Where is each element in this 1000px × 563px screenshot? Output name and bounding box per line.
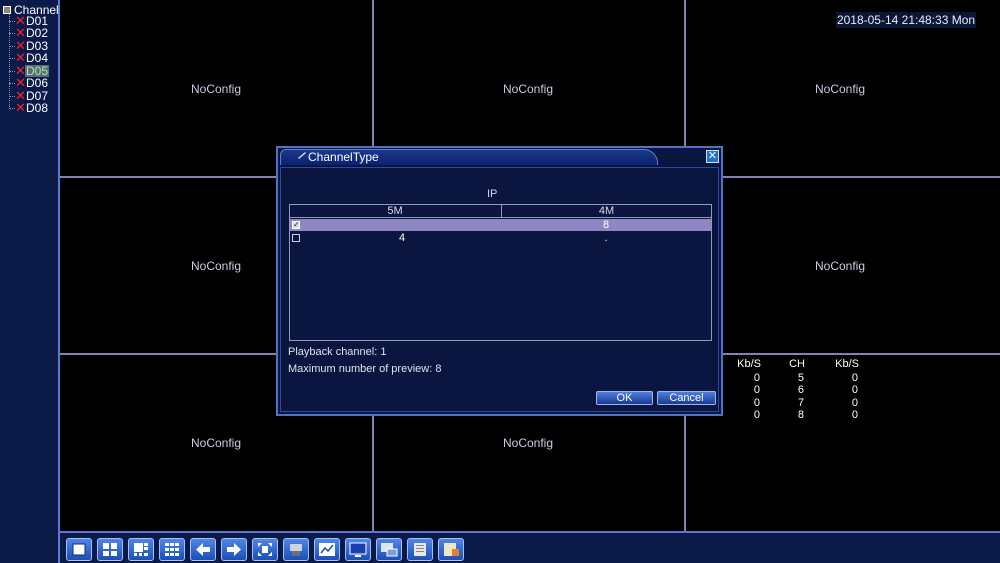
- column-header-5m: 5M: [387, 205, 403, 217]
- cell-4m: .: [604, 232, 608, 244]
- single-view-icon[interactable]: [66, 538, 92, 561]
- stats-value: 0: [851, 372, 858, 384]
- channel-type-table: 5M 4M ✓ 8 4 .: [289, 204, 712, 341]
- stats-value: 8: [797, 409, 804, 421]
- stats-value: 0: [753, 409, 760, 421]
- stats-value: 0: [753, 397, 760, 409]
- datetime-display: 2018-05-14 21:48:33 Mon: [836, 12, 976, 28]
- channel-item-d08[interactable]: ✕ D08: [9, 100, 49, 115]
- row-checkbox[interactable]: ✓: [292, 220, 300, 229]
- channel-type-dialog: ChannelType ✕ IP 5M 4M ✓ 8 4 . Playback …: [276, 146, 723, 416]
- channel-item-label: D02: [26, 26, 49, 40]
- disconnected-icon: ✕: [15, 100, 26, 115]
- eight-view-icon[interactable]: [128, 538, 154, 561]
- quad-view-icon[interactable]: [97, 538, 123, 561]
- bottom-toolbar: [60, 531, 1000, 563]
- pen-icon: [298, 152, 306, 159]
- nine-view-icon[interactable]: [159, 538, 185, 561]
- table-row[interactable]: ✓ 8: [290, 219, 711, 231]
- max-preview-text: Maximum number of preview: 8: [288, 363, 442, 375]
- cell-status-label: NoConfig: [190, 436, 242, 450]
- stats-value: 0: [753, 384, 760, 396]
- channel-item-label: D08: [26, 101, 49, 115]
- close-icon[interactable]: ✕: [706, 150, 719, 163]
- monitor-icon[interactable]: [345, 538, 371, 561]
- cell-status-label: NoConfig: [190, 82, 242, 96]
- tree-expand-icon[interactable]: [3, 6, 11, 14]
- column-header-4m: 4M: [501, 205, 711, 218]
- stats-header-kbs: Kb/S: [737, 358, 761, 370]
- fullscreen-icon[interactable]: [252, 538, 278, 561]
- chart-icon[interactable]: [314, 538, 340, 561]
- channel-tree-panel: Channel ✕ D01 ✕ D02 ✕ D03 ✕ D04 ✕ D05 ✕ …: [0, 0, 60, 563]
- stats-header-kbs-2: Kb/S: [835, 358, 859, 370]
- stats-value: 7: [797, 397, 804, 409]
- dialog-title: ChannelType: [308, 150, 379, 164]
- stats-value: 0: [851, 409, 858, 421]
- stats-header-ch: CH: [789, 358, 805, 370]
- stats-value: 0: [851, 384, 858, 396]
- table-row[interactable]: 4 .: [290, 232, 711, 244]
- stats-value: 5: [797, 372, 804, 384]
- cell-status-label: NoConfig: [814, 259, 866, 273]
- stats-value: 0: [851, 397, 858, 409]
- network-icon[interactable]: [376, 538, 402, 561]
- ip-group-header: IP: [487, 188, 498, 200]
- cell-status-label: NoConfig: [502, 436, 554, 450]
- logout-icon[interactable]: [438, 538, 464, 561]
- cell-4m: 8: [602, 219, 610, 231]
- table-header: 5M 4M: [290, 205, 711, 218]
- cell-status-label: NoConfig: [190, 259, 242, 273]
- record-icon[interactable]: [407, 538, 433, 561]
- stats-value: 0: [753, 372, 760, 384]
- next-icon[interactable]: [221, 538, 247, 561]
- cell-status-label: NoConfig: [502, 82, 554, 96]
- cell-5m: 4: [398, 232, 406, 244]
- ptz-icon[interactable]: [283, 538, 309, 561]
- channel-item-label: D06: [26, 76, 49, 90]
- dialog-titlebar[interactable]: ChannelType ✕: [278, 148, 721, 166]
- stats-value: 6: [797, 384, 804, 396]
- cancel-button[interactable]: Cancel: [657, 391, 716, 405]
- previous-icon[interactable]: [190, 538, 216, 561]
- channel-item-label: D04: [26, 51, 49, 65]
- cell-status-label: NoConfig: [814, 82, 866, 96]
- ok-button[interactable]: OK: [596, 391, 653, 405]
- playback-channel-text: Playback channel: 1: [288, 346, 387, 358]
- check-icon: ✓: [293, 220, 300, 229]
